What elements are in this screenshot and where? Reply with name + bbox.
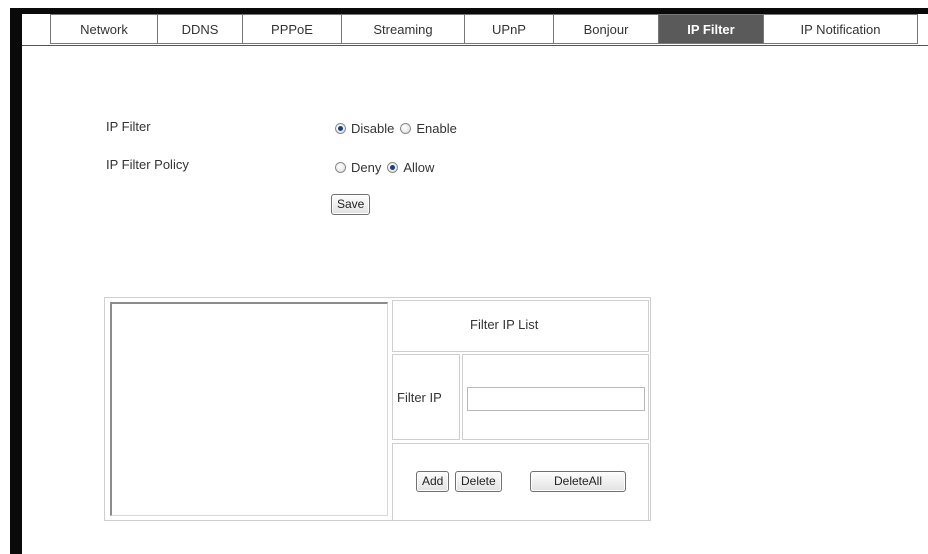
tab-ip-notification[interactable]: IP Notification bbox=[764, 14, 918, 44]
frame-left-border bbox=[10, 8, 22, 554]
tab-ddns[interactable]: DDNS bbox=[158, 14, 243, 44]
delete-button[interactable]: Delete bbox=[455, 471, 502, 492]
tab-divider bbox=[22, 45, 928, 46]
add-button[interactable]: Add bbox=[416, 471, 450, 492]
filter-ip-input[interactable] bbox=[467, 387, 645, 411]
policy-deny-radio[interactable] bbox=[335, 162, 346, 173]
ip-filter-label: IP Filter bbox=[106, 119, 151, 134]
tab-ip-filter[interactable]: IP Filter bbox=[659, 14, 764, 44]
tab-bar: Network DDNS PPPoE Streaming UPnP Bonjou… bbox=[50, 14, 918, 46]
filter-ip-label: Filter IP bbox=[397, 390, 442, 405]
save-button[interactable]: Save bbox=[331, 194, 371, 215]
filter-ip-list-title: Filter IP List bbox=[470, 317, 539, 332]
ip-filter-enable-label: Enable bbox=[416, 121, 457, 136]
ip-filter-disable-label: Disable bbox=[351, 121, 395, 136]
policy-radio-group: Deny Allow bbox=[335, 160, 440, 175]
tab-streaming[interactable]: Streaming bbox=[342, 14, 465, 44]
tab-bonjour[interactable]: Bonjour bbox=[554, 14, 659, 44]
policy-deny-label: Deny bbox=[351, 160, 382, 175]
ip-filter-enable-radio[interactable] bbox=[400, 123, 412, 134]
ip-filter-disable-radio[interactable] bbox=[335, 123, 346, 134]
ip-filter-policy-label: IP Filter Policy bbox=[106, 157, 189, 172]
delete-all-button[interactable]: DeleteAll bbox=[530, 471, 626, 492]
ip-filter-radio-group: Disable Enable bbox=[335, 121, 463, 136]
tab-network[interactable]: Network bbox=[50, 14, 158, 44]
policy-allow-radio[interactable] bbox=[387, 162, 399, 173]
tab-pppoe[interactable]: PPPoE bbox=[243, 14, 342, 44]
tab-upnp[interactable]: UPnP bbox=[465, 14, 554, 44]
policy-allow-label: Allow bbox=[403, 160, 435, 175]
filter-ip-listbox[interactable] bbox=[110, 302, 388, 516]
